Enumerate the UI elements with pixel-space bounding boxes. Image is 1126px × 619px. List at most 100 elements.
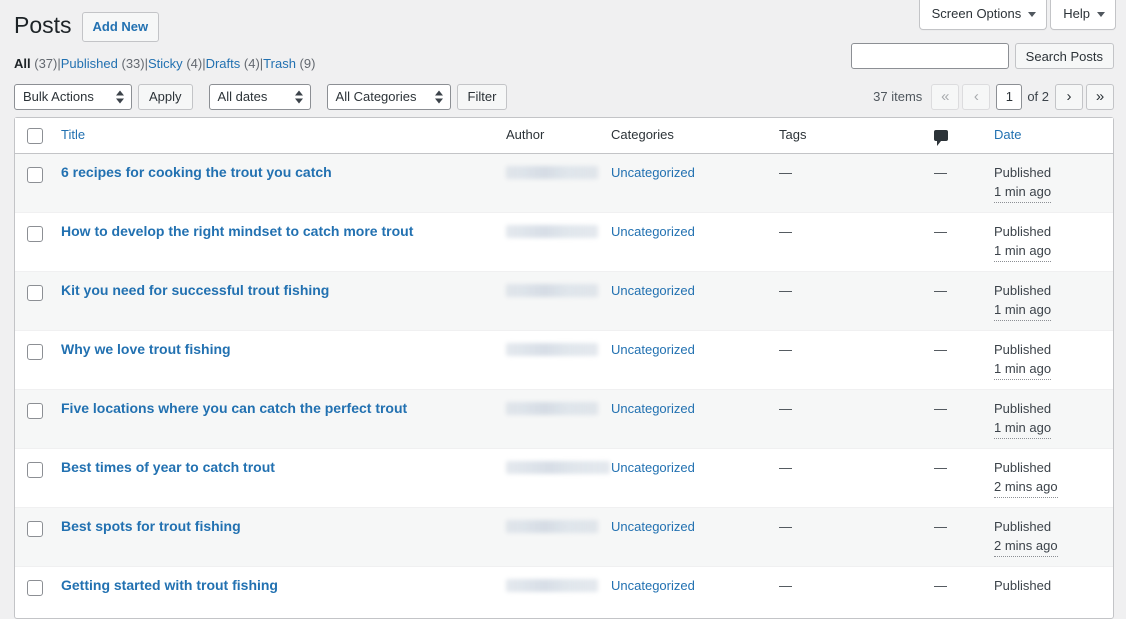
comment-icon[interactable] <box>934 130 948 141</box>
search-posts-button[interactable]: Search Posts <box>1015 43 1114 69</box>
row-checkbox[interactable] <box>27 521 43 537</box>
row-date-cell: Published 1 min ago <box>984 212 1113 271</box>
prev-page-button[interactable]: ‹ <box>962 84 990 110</box>
table-row: Getting started with trout fishing Uncat… <box>15 566 1113 618</box>
items-count: 37 items <box>873 89 922 104</box>
row-categories-cell: Uncategorized <box>601 389 769 448</box>
select-all-checkbox[interactable] <box>27 128 43 144</box>
column-header-author: Author <box>496 118 601 154</box>
first-page-button[interactable]: « <box>931 84 959 110</box>
category-filter-select[interactable]: All Categories <box>327 84 451 110</box>
row-checkbox[interactable] <box>27 226 43 242</box>
post-status: Published <box>994 340 1103 360</box>
row-author-cell <box>496 566 601 618</box>
category-link[interactable]: Uncategorized <box>611 519 695 534</box>
post-date-relative: 1 min ago <box>994 241 1051 262</box>
row-tags-cell: — <box>769 507 924 566</box>
row-comments-cell: — <box>924 448 984 507</box>
author-name-redacted <box>506 579 598 592</box>
select-arrows-icon <box>295 90 303 103</box>
date-filter-value: All dates <box>218 90 268 103</box>
post-title-link[interactable]: 6 recipes for cooking the trout you catc… <box>61 164 332 180</box>
post-date-relative: 1 min ago <box>994 182 1051 203</box>
current-page-input[interactable] <box>996 84 1022 110</box>
row-title-cell: 6 recipes for cooking the trout you catc… <box>51 154 496 212</box>
view-link-trash[interactable]: Trash <box>263 56 296 71</box>
row-checkbox[interactable] <box>27 580 43 596</box>
category-link[interactable]: Uncategorized <box>611 401 695 416</box>
select-arrows-icon <box>435 90 443 103</box>
page-heading: Posts Add New <box>0 0 1126 42</box>
view-link-drafts[interactable]: Drafts <box>206 56 241 71</box>
author-name-redacted <box>506 284 598 297</box>
post-title-link[interactable]: Best times of year to catch trout <box>61 459 275 475</box>
post-title-link[interactable]: How to develop the right mindset to catc… <box>61 223 413 239</box>
row-date-cell: Published 1 min ago <box>984 389 1113 448</box>
column-header-comments <box>924 118 984 154</box>
row-author-cell <box>496 271 601 330</box>
row-date-cell: Published 1 min ago <box>984 154 1113 212</box>
row-checkbox-cell <box>15 212 51 271</box>
row-checkbox-cell <box>15 154 51 212</box>
row-comments-cell: — <box>924 154 984 212</box>
row-checkbox[interactable] <box>27 285 43 301</box>
post-status: Published <box>994 399 1103 419</box>
column-header-tags: Tags <box>769 118 924 154</box>
row-comments-cell: — <box>924 566 984 618</box>
row-title-cell: Best times of year to catch trout <box>51 448 496 507</box>
sort-by-date-link[interactable]: Date <box>994 127 1021 142</box>
row-author-cell <box>496 212 601 271</box>
posts-table-head: Title Author Categories Tags Date <box>15 118 1113 154</box>
view-link-sticky[interactable]: Sticky <box>148 56 183 71</box>
post-status: Published <box>994 517 1103 537</box>
date-filter-select[interactable]: All dates <box>209 84 311 110</box>
author-name-redacted <box>506 402 598 415</box>
post-title-link[interactable]: Kit you need for successful trout fishin… <box>61 282 329 298</box>
column-header-date: Date <box>984 118 1113 154</box>
view-count-drafts: (4) <box>244 56 260 71</box>
row-checkbox[interactable] <box>27 344 43 360</box>
category-link[interactable]: Uncategorized <box>611 342 695 357</box>
post-title-link[interactable]: Best spots for trout fishing <box>61 518 241 534</box>
post-date-relative: 1 min ago <box>994 418 1051 439</box>
next-page-button[interactable]: › <box>1055 84 1083 110</box>
add-new-button[interactable]: Add New <box>82 12 160 42</box>
view-link-published[interactable]: Published <box>61 56 118 71</box>
row-categories-cell: Uncategorized <box>601 154 769 212</box>
table-nav-top: Bulk Actions Apply All dates All Categor… <box>0 82 1126 112</box>
row-categories-cell: Uncategorized <box>601 330 769 389</box>
last-page-button[interactable]: » <box>1086 84 1114 110</box>
row-checkbox-cell <box>15 566 51 618</box>
row-checkbox[interactable] <box>27 403 43 419</box>
view-item-sticky: Sticky (4) <box>148 51 202 77</box>
category-link[interactable]: Uncategorized <box>611 283 695 298</box>
row-categories-cell: Uncategorized <box>601 566 769 618</box>
post-date-relative: 2 mins ago <box>994 536 1058 557</box>
row-title-cell: Kit you need for successful trout fishin… <box>51 271 496 330</box>
category-link[interactable]: Uncategorized <box>611 578 695 593</box>
category-link[interactable]: Uncategorized <box>611 460 695 475</box>
bulk-actions-select[interactable]: Bulk Actions <box>14 84 132 110</box>
sort-by-title-link[interactable]: Title <box>61 127 85 142</box>
category-link[interactable]: Uncategorized <box>611 224 695 239</box>
row-author-cell <box>496 389 601 448</box>
filter-button[interactable]: Filter <box>457 84 508 110</box>
table-row: Why we love trout fishing Uncategorized … <box>15 330 1113 389</box>
row-categories-cell: Uncategorized <box>601 271 769 330</box>
table-row: How to develop the right mindset to catc… <box>15 212 1113 271</box>
search-input[interactable] <box>851 43 1009 69</box>
row-checkbox-cell <box>15 330 51 389</box>
row-comments-cell: — <box>924 330 984 389</box>
category-link[interactable]: Uncategorized <box>611 165 695 180</box>
post-title-link[interactable]: Getting started with trout fishing <box>61 577 278 593</box>
view-link-all[interactable]: All <box>14 56 31 71</box>
table-header-row: Title Author Categories Tags Date <box>15 118 1113 154</box>
row-tags-cell: — <box>769 330 924 389</box>
row-checkbox[interactable] <box>27 462 43 478</box>
row-categories-cell: Uncategorized <box>601 212 769 271</box>
post-title-link[interactable]: Five locations where you can catch the p… <box>61 400 407 416</box>
post-title-link[interactable]: Why we love trout fishing <box>61 341 231 357</box>
apply-button[interactable]: Apply <box>138 84 193 110</box>
row-checkbox[interactable] <box>27 167 43 183</box>
paging-input: of 2 <box>996 84 1049 110</box>
